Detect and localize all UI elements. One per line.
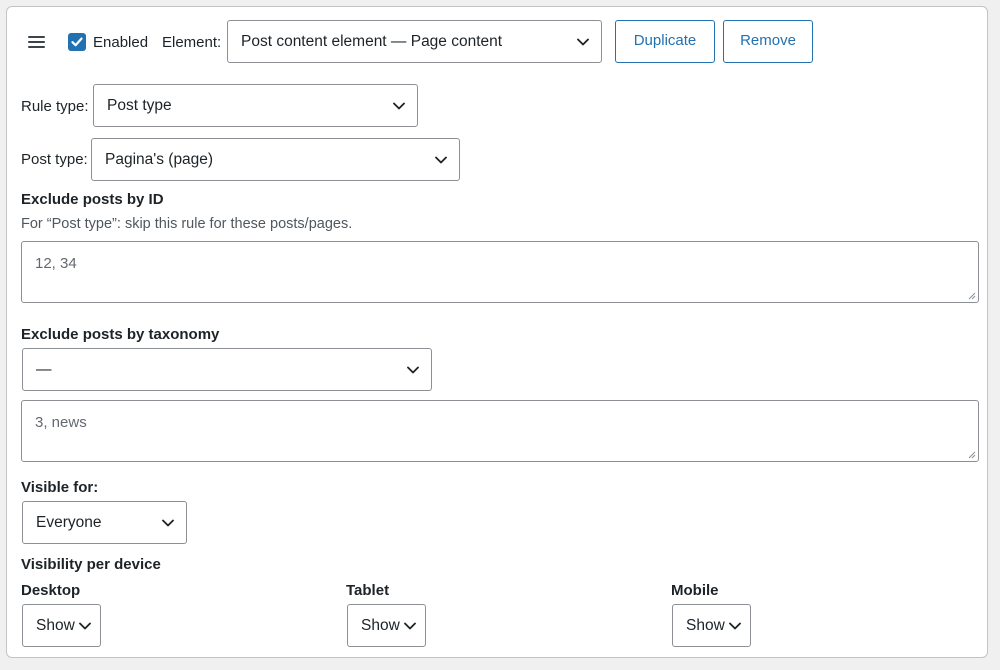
- remove-button[interactable]: Remove: [723, 20, 813, 63]
- resize-grip-icon[interactable]: [967, 450, 976, 459]
- element-select[interactable]: Post content element — Page content: [227, 20, 602, 63]
- taxonomy-terms-placeholder: 3, news: [35, 414, 87, 431]
- chevron-down-icon: [393, 102, 405, 109]
- enabled-checkbox[interactable]: [68, 33, 86, 51]
- drag-handle-icon[interactable]: [28, 36, 45, 49]
- duplicate-button[interactable]: Duplicate: [615, 20, 715, 63]
- chevron-down-icon: [404, 622, 416, 629]
- chevron-down-icon: [162, 519, 174, 526]
- rule-panel: Enabled Element: Post content element — …: [6, 6, 988, 658]
- taxonomy-terms-textarea[interactable]: 3, news: [21, 400, 979, 462]
- chevron-down-icon: [729, 622, 741, 629]
- device-label-desktop: Desktop: [21, 582, 81, 599]
- post-type-select-value: Pagina's (page): [105, 150, 214, 168]
- rule-type-select-value: Post type: [107, 96, 172, 114]
- device-label-mobile: Mobile: [671, 582, 719, 599]
- enabled-label: Enabled: [93, 34, 149, 51]
- exclude-ids-textarea[interactable]: 12, 34: [21, 241, 979, 303]
- chevron-down-icon: [435, 156, 447, 163]
- resize-grip-icon[interactable]: [967, 291, 976, 300]
- exclude-ids-description: For “Post type”: skip this rule for thes…: [21, 216, 353, 232]
- rule-type-label: Rule type:: [21, 98, 89, 115]
- chevron-down-icon: [79, 622, 91, 629]
- device-label-tablet: Tablet: [346, 582, 390, 599]
- post-type-select[interactable]: Pagina's (page): [91, 138, 460, 181]
- mobile-visibility-value: Show: [686, 616, 725, 634]
- desktop-visibility-select[interactable]: Show: [22, 604, 101, 647]
- exclude-ids-placeholder: 12, 34: [35, 255, 77, 272]
- exclude-taxonomy-heading: Exclude posts by taxonomy: [21, 326, 220, 343]
- device-visibility-heading: Visibility per device: [21, 556, 161, 573]
- checkmark-icon: [71, 37, 83, 47]
- element-select-value: Post content element — Page content: [241, 32, 503, 50]
- taxonomy-select[interactable]: —: [22, 348, 432, 391]
- post-type-label: Post type:: [21, 151, 88, 168]
- element-label: Element:: [162, 34, 222, 51]
- rule-type-select[interactable]: Post type: [93, 84, 418, 127]
- chevron-down-icon: [407, 366, 419, 373]
- mobile-visibility-select[interactable]: Show: [672, 604, 751, 647]
- desktop-visibility-value: Show: [36, 616, 75, 634]
- taxonomy-select-value: —: [36, 360, 52, 378]
- visible-for-label: Visible for:: [21, 479, 99, 496]
- tablet-visibility-select[interactable]: Show: [347, 604, 426, 647]
- tablet-visibility-value: Show: [361, 616, 400, 634]
- chevron-down-icon: [577, 38, 589, 45]
- visible-for-select-value: Everyone: [36, 513, 102, 531]
- exclude-ids-heading: Exclude posts by ID: [21, 191, 164, 208]
- visible-for-select[interactable]: Everyone: [22, 501, 187, 544]
